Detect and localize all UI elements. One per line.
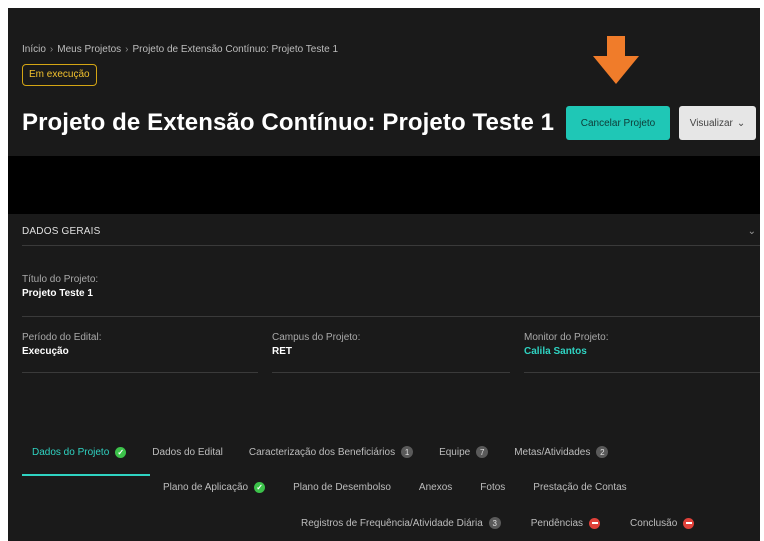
tabs-row-2: Plano de Aplicação ✓ Plano de Desembolso… <box>163 482 627 493</box>
tabs-row-3: Registros de Frequência/Atividade Diária… <box>301 517 695 529</box>
divider <box>524 372 760 373</box>
tab-label: Conclusão <box>630 517 678 529</box>
breadcrumb-home[interactable]: Início <box>22 44 46 55</box>
tab-label: Registros de Frequência/Atividade Diária <box>301 517 483 529</box>
count-badge: 3 <box>488 517 501 529</box>
tab-metas-atividades[interactable]: Metas/Atividades 2 <box>514 446 609 458</box>
tab-label: Prestação de Contas <box>533 482 627 493</box>
tab-label: Fotos <box>480 482 506 493</box>
section-title: DADOS GERAIS <box>22 226 101 237</box>
breadcrumb-my-projects[interactable]: Meus Projetos <box>57 44 121 55</box>
tab-label: Anexos <box>418 482 453 493</box>
tab-plano-de-desembolso[interactable]: Plano de Desembolso <box>293 482 391 493</box>
field-label: Período do Edital: <box>22 332 102 343</box>
divider <box>22 372 258 373</box>
field-label: Monitor do Projeto: <box>524 332 609 343</box>
tab-label: Caracterização dos Beneficiários <box>248 446 396 458</box>
tab-registros-de-frequencia[interactable]: Registros de Frequência/Atividade Diária… <box>301 517 501 529</box>
field-titulo: Título do Projeto: Projeto Teste 1 <box>22 274 98 299</box>
divider <box>272 372 510 373</box>
tab-conclusao[interactable]: Conclusão <box>630 517 695 529</box>
field-label: Campus do Projeto: <box>272 332 361 343</box>
minus-circle-icon <box>589 517 601 529</box>
count-badge: 1 <box>401 446 414 458</box>
tab-plano-de-aplicacao[interactable]: Plano de Aplicação ✓ <box>163 482 266 493</box>
status-badge: Em execução <box>22 64 97 86</box>
count-badge: 7 <box>476 446 489 458</box>
breadcrumb-separator: › <box>49 44 54 55</box>
check-circle-icon: ✓ <box>115 446 127 458</box>
section-header-dados-gerais[interactable]: DADOS GERAIS ⌄ <box>22 218 760 246</box>
chevron-down-icon[interactable]: ⌄ <box>748 226 756 237</box>
tab-label: Dados do Edital <box>152 446 223 458</box>
tab-anexos[interactable]: Anexos <box>419 482 452 493</box>
breadcrumb-separator: › <box>125 44 129 55</box>
field-monitor: Monitor do Projeto: Calila Santos <box>524 332 609 357</box>
view-dropdown-button[interactable]: Visualizar ⌄ <box>679 106 756 140</box>
check-circle-icon: ✓ <box>254 482 266 493</box>
breadcrumb-current: Projeto de Extensão Contínuo: Projeto Te… <box>132 44 339 55</box>
tab-label: Plano de Aplicação <box>163 482 249 493</box>
cancel-project-button[interactable]: Cancelar Projeto <box>566 106 670 140</box>
tab-fotos[interactable]: Fotos <box>480 482 505 493</box>
tab-label: Plano de Desembolso <box>293 482 391 493</box>
app-frame: Início › Meus Projetos › Projeto de Exte… <box>8 8 760 541</box>
tab-label: Pendências <box>530 517 584 529</box>
field-value: RET <box>272 346 292 357</box>
count-badge: 2 <box>596 446 609 458</box>
page-title: Projeto de Extensão Contínuo: Projeto Te… <box>22 109 555 136</box>
divider <box>22 316 760 317</box>
field-value: Execução <box>22 346 69 357</box>
field-label: Título do Projeto: <box>22 274 99 285</box>
active-tab-indicator <box>22 474 150 476</box>
redacted-block <box>8 156 760 214</box>
tab-caracterizacao-beneficiarios[interactable]: Caracterização dos Beneficiários 1 <box>248 446 414 458</box>
tab-equipe[interactable]: Equipe 7 <box>439 446 489 458</box>
tab-dados-do-projeto[interactable]: Dados do Projeto ✓ <box>32 446 127 458</box>
tab-label: Metas/Atividades <box>514 446 591 458</box>
chevron-down-icon: ⌄ <box>736 117 746 129</box>
tab-label: Dados do Projeto <box>32 446 110 458</box>
tabs-row-1: Dados do Projeto ✓ Dados do Edital Carac… <box>32 446 609 458</box>
monitor-link[interactable]: Calila Santos <box>524 346 609 357</box>
view-button-label: Visualizar <box>689 117 733 129</box>
minus-circle-icon <box>683 517 695 529</box>
tab-dados-do-edital[interactable]: Dados do Edital <box>152 447 223 458</box>
field-periodo: Período do Edital: Execução <box>22 332 102 357</box>
breadcrumb: Início › Meus Projetos › Projeto de Exte… <box>22 44 338 55</box>
tab-pendencias[interactable]: Pendências <box>530 517 601 529</box>
tab-label: Equipe <box>439 446 471 458</box>
tab-prestacao-de-contas[interactable]: Prestação de Contas <box>533 482 626 493</box>
arrow-down-icon <box>593 36 639 84</box>
field-campus: Campus do Projeto: RET <box>272 332 360 357</box>
field-value: Projeto Teste 1 <box>22 288 93 299</box>
